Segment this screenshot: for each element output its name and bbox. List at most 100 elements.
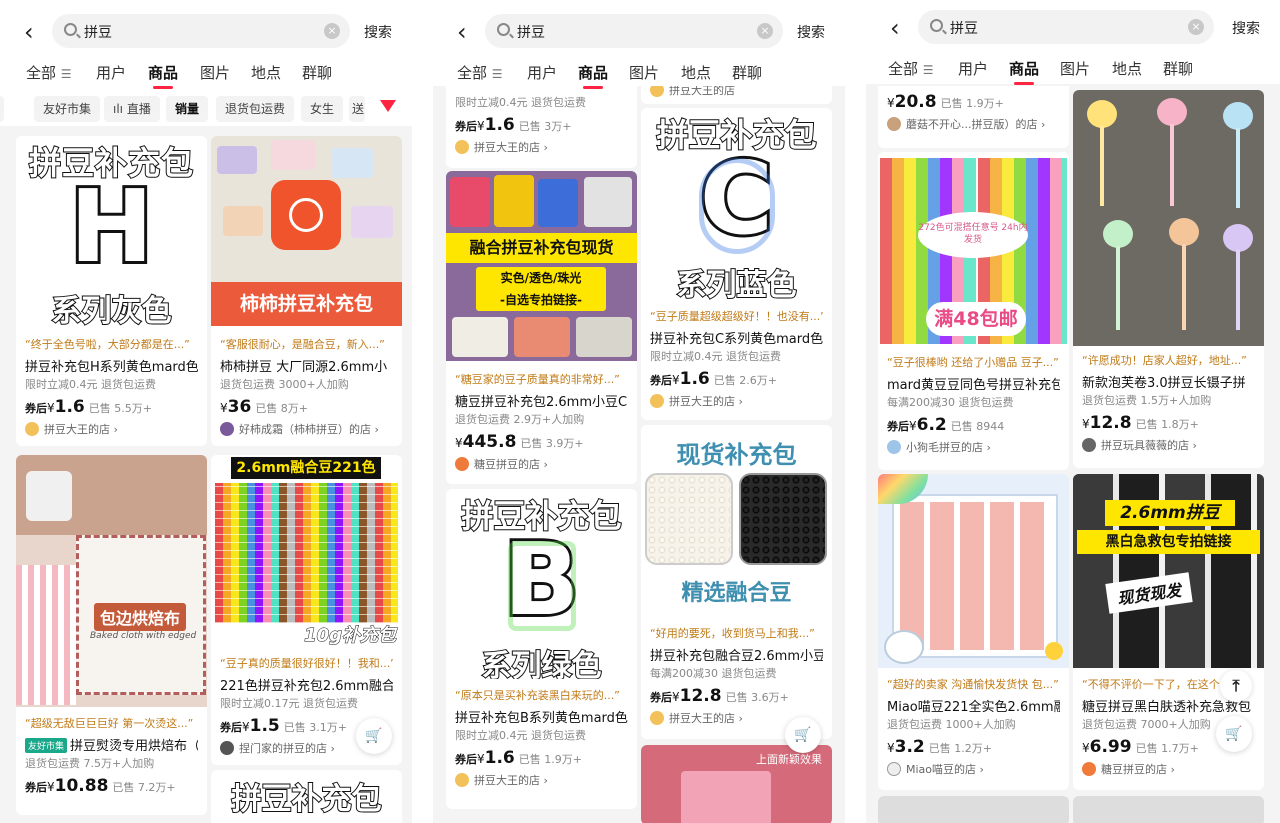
price-value: 6.99 <box>1089 737 1132 757</box>
product-image <box>1073 90 1264 346</box>
filter-chip-live[interactable]: ılı 直播 <box>104 96 160 122</box>
price-row: ¥36 已售 8万+ <box>220 397 309 417</box>
product-card[interactable]: 现货补充包 精选融合豆 “好用的要死，收到货马上和我...” 拼豆补充包融合豆2… <box>641 425 832 739</box>
product-image: 柿柿拼豆补充包 <box>211 136 402 326</box>
tab-all[interactable]: 全部 ☰ <box>26 62 72 83</box>
sold-count: 已售 1.7万+ <box>1135 742 1199 755</box>
product-card[interactable] <box>1073 796 1264 823</box>
price-value: 10.88 <box>54 776 109 796</box>
product-title: 柿柿拼豆 大厂同源2.6mm小 <box>220 360 388 374</box>
tab-products[interactable]: 商品 <box>1009 58 1039 85</box>
product-card[interactable]: 拼豆补充包 H 系列灰色 “终于全色号啦，大部分都是在...” 拼豆补充包H系列… <box>16 136 207 446</box>
tab-places[interactable]: 地点 <box>251 62 281 83</box>
product-card[interactable]: 融合拼豆补充包现货 实色/透色/珠光 -自选专拍链接- “糖豆家的豆子质量真的非常… <box>446 171 637 484</box>
price-value: 1.6 <box>679 369 710 389</box>
product-promo: 退货包运费 2.9万+人加购 <box>455 413 585 426</box>
product-image <box>878 474 1069 668</box>
search-button[interactable]: 搜索 <box>1232 18 1260 38</box>
shop-link[interactable]: 糖豆拼豆的店 › <box>1082 761 1255 777</box>
search-input[interactable]: 拼豆 × <box>52 14 350 48</box>
cart-icon[interactable]: 🛒 <box>1216 716 1252 752</box>
shop-link[interactable]: 糖豆拼豆的店 › <box>455 456 628 472</box>
shop-avatar <box>1082 438 1096 452</box>
tab-groups[interactable]: 群聊 <box>302 62 332 83</box>
product-card[interactable]: 柿柿拼豆补充包 “客服很耐心，是融合豆，新入...” 柿柿拼豆 大厂同源2.6m… <box>211 136 402 446</box>
shop-link[interactable]: 拼豆大王的店 › <box>650 393 823 409</box>
tab-products[interactable]: 商品 <box>148 62 178 89</box>
clear-icon[interactable]: × <box>757 23 773 39</box>
image-text: 系列蓝色 <box>676 267 798 304</box>
product-card[interactable] <box>878 796 1069 823</box>
filter-funnel-icon[interactable] <box>380 100 396 112</box>
product-card[interactable]: 拼豆补充包 C 系列蓝色 “豆子质量超级超级好！！也没有...” 拼豆补充包C系… <box>641 108 832 420</box>
product-title: 友好市集 拼豆熨烫专用烘焙布（ <box>25 735 198 753</box>
tab-users[interactable]: 用户 <box>958 58 988 79</box>
filter-chip[interactable] <box>0 96 4 122</box>
product-card[interactable]: 拼豆补充包 B 系列绿色 “原本只是买补充装黑白来玩的...” 拼豆补充包B系列… <box>446 489 637 809</box>
shop-link[interactable]: 拼豆大王的店 › <box>25 421 198 437</box>
tab-groups[interactable]: 群聊 <box>732 62 762 83</box>
tab-groups[interactable]: 群聊 <box>1163 58 1193 79</box>
product-image: 拼豆补充包 H 系列灰色 <box>16 136 207 326</box>
shop-link[interactable]: 小狗毛拼豆的店 › <box>887 439 1060 455</box>
shop-link[interactable]: Miao喵豆的店 › <box>887 761 1060 777</box>
product-card[interactable]: 拼豆补充包 <box>211 770 402 823</box>
back-chevron-icon[interactable]: ‹ <box>890 16 900 40</box>
product-card[interactable]: 上面新颖效果 <box>641 745 832 823</box>
product-card[interactable]: “超好的卖家 沟通愉快发货快 包...” Miao喵豆221全实色2.6mm融 … <box>878 474 1069 790</box>
image-subheading: 实色/透色/珠光 -自选专拍链接- <box>476 267 606 311</box>
product-promo: 退货包运费 1.5万+人加购 <box>1082 394 1212 407</box>
price-row: 券后¥1.6 已售 1.9万+ <box>455 748 582 768</box>
price-row: 券后¥1.6 已售 2.6万+ <box>650 369 777 389</box>
filter-chip-female[interactable]: 女生 <box>301 96 344 122</box>
sold-count: 已售 5.5万+ <box>88 402 152 415</box>
tab-images[interactable]: 图片 <box>200 62 230 83</box>
sold-count: 已售 3.6万+ <box>725 691 789 704</box>
shop-link[interactable]: 拼豆玩具薇薇的店 › <box>1082 437 1255 453</box>
shop-link[interactable]: 拼豆大王的店 › <box>455 772 628 788</box>
tab-images[interactable]: 图片 <box>1060 58 1090 79</box>
product-card[interactable]: ¥20.8 已售 1.9万+ 蘑菇不开心...拼豆版）的店 › <box>878 86 1069 148</box>
filter-chip-free-return[interactable]: 退货包运费 <box>216 96 295 122</box>
clear-icon[interactable]: × <box>324 23 340 39</box>
shop-link[interactable]: 拼豆大王的店 › <box>455 139 628 155</box>
tab-products[interactable]: 商品 <box>578 62 608 89</box>
shop-link[interactable]: 蘑菇不开心...拼豆版）的店 › <box>887 116 1060 132</box>
cart-icon[interactable]: 🛒 <box>785 717 821 753</box>
filter-chip-sales[interactable]: 销量 <box>166 96 209 122</box>
tab-all[interactable]: 全部 ☰ <box>457 62 503 83</box>
shop-avatar <box>887 117 901 131</box>
tab-places[interactable]: 地点 <box>1112 58 1142 79</box>
tab-users[interactable]: 用户 <box>527 62 557 83</box>
search-input[interactable]: 拼豆 × <box>918 10 1214 44</box>
tab-all[interactable]: 全部 ☰ <box>888 58 934 79</box>
price-value: 1.6 <box>484 748 515 768</box>
tab-images[interactable]: 图片 <box>629 62 659 83</box>
product-card[interactable]: “许愿成功！店家人超好，地址...” 新款泡芙卷3.0拼豆长镊子拼 退货包运费 … <box>1073 90 1264 468</box>
product-card[interactable]: 包边烘焙布 Baked cloth with edged “超级无敌巨巨巨好 第… <box>16 455 207 815</box>
price-value: 36 <box>227 397 252 417</box>
image-text: 上面新颖效果 <box>756 753 822 766</box>
cart-icon[interactable]: 🛒 <box>356 718 392 754</box>
filter-chip-market[interactable]: 友好市集 <box>34 96 101 122</box>
back-chevron-icon[interactable]: ‹ <box>24 20 34 44</box>
filter-chip-more[interactable]: 送 <box>349 96 365 122</box>
search-input[interactable]: 拼豆 × <box>485 14 783 48</box>
product-title: Miao喵豆221全实色2.6mm融 <box>887 700 1060 714</box>
price-row: 券后¥12.8 已售 3.6万+ <box>650 686 789 706</box>
product-card[interactable]: 限时立减0.4元 退货包运费 券后¥1.6 已售 3万+ 拼豆大王的店 › <box>446 80 637 168</box>
scroll-top-icon[interactable]: ⤒ <box>1220 670 1252 702</box>
product-info: “糖豆家的豆子质量真的非常好...” 糖豆拼豆补充包2.6mm小豆C 退货包运费… <box>446 371 637 472</box>
sold-count: 已售 1.9万+ <box>940 97 1004 110</box>
clear-icon[interactable]: × <box>1188 19 1204 35</box>
tab-places[interactable]: 地点 <box>681 62 711 83</box>
search-button[interactable]: 搜索 <box>797 22 825 42</box>
search-button[interactable]: 搜索 <box>364 22 392 42</box>
shop-link[interactable]: 好柿成霜（柿柿拼豆）的店 › <box>220 421 393 437</box>
image-text: 拼豆补充包 <box>231 781 383 818</box>
back-chevron-icon[interactable]: ‹ <box>457 20 467 44</box>
product-card[interactable]: 272色可混搭任意号 24h内发货 满48包邮 “豆子很棒哟 还给了小赠品 豆子… <box>878 152 1069 470</box>
tab-users[interactable]: 用户 <box>96 62 126 83</box>
screen-divider <box>845 0 866 823</box>
search-icon <box>64 23 77 36</box>
